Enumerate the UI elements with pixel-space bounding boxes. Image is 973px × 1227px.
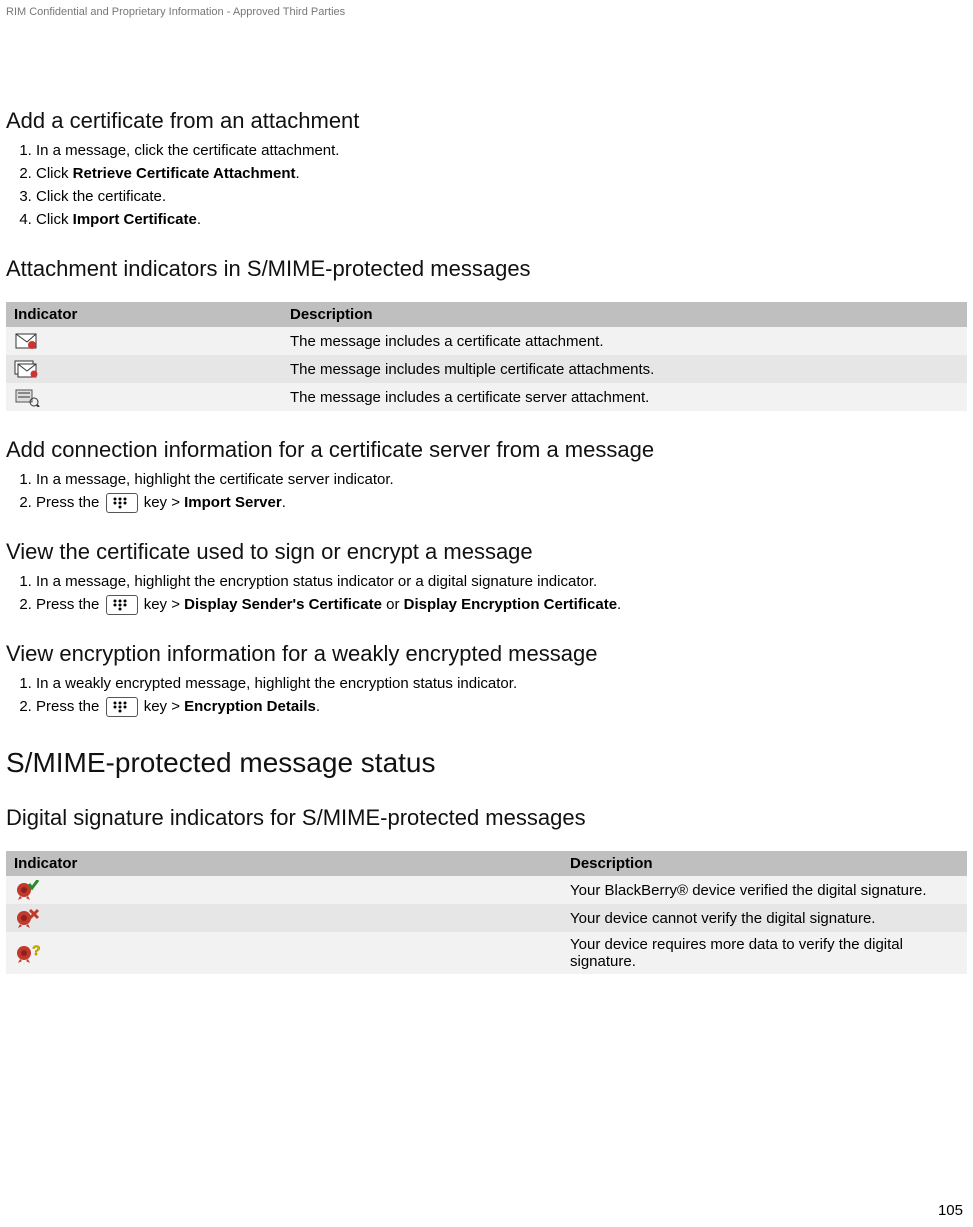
step-text: key > — [144, 494, 184, 511]
step-text: . — [296, 165, 300, 182]
step-bold: Display Sender's Certificate — [184, 596, 382, 613]
step-bold: Import Server — [184, 494, 282, 511]
table-cell-indicator: ? — [6, 932, 562, 974]
digital-signature-indicators-table: Indicator Description Your BlackBerry® d… — [6, 851, 967, 974]
step-bold: Encryption Details — [184, 698, 316, 715]
menu-key-icon — [106, 493, 138, 513]
step-bold: Display Encryption Certificate — [404, 596, 617, 613]
heading-digital-sig-indicators: Digital signature indicators for S/MIME-… — [6, 805, 967, 831]
step-text: Press the — [36, 494, 104, 511]
step-item: Press the key > Encryption Details. — [36, 696, 967, 717]
step-item: Click Import Certificate. — [36, 209, 967, 230]
table-cell-description: Your BlackBerry® device verified the dig… — [562, 876, 967, 904]
steps-add-connection-info: In a message, highlight the certificate … — [6, 469, 967, 513]
step-text: . — [316, 698, 320, 715]
step-item: In a weakly encrypted message, highlight… — [36, 673, 967, 694]
step-bold: Retrieve Certificate Attachment — [73, 165, 296, 182]
table-cell-indicator — [6, 904, 562, 932]
heading-smime-status: S/MIME-protected message status — [6, 747, 967, 779]
step-text: . — [282, 494, 286, 511]
table-header-description: Description — [562, 851, 967, 876]
table-cell-indicator — [6, 876, 562, 904]
heading-add-cert-attachment: Add a certificate from an attachment — [6, 108, 967, 134]
step-item: In a message, highlight the encryption s… — [36, 571, 967, 592]
table-header-indicator: Indicator — [6, 302, 282, 327]
step-text: or — [382, 596, 404, 613]
table-cell-description: Your device requires more data to verify… — [562, 932, 967, 974]
certificate-attachment-icon — [14, 331, 40, 351]
signature-more-data-icon: ? — [14, 943, 40, 963]
menu-key-icon — [106, 595, 138, 615]
svg-text:?: ? — [32, 943, 40, 958]
step-item: Click Retrieve Certificate Attachment. — [36, 163, 967, 184]
table-cell-indicator — [6, 327, 282, 355]
page-number: 105 — [938, 1202, 963, 1219]
table-cell-description: The message includes a certificate attac… — [282, 327, 967, 355]
step-text: . — [197, 211, 201, 228]
step-bold: Import Certificate — [73, 211, 197, 228]
table-cell-description: Your device cannot verify the digital si… — [562, 904, 967, 932]
heading-attachment-indicators: Attachment indicators in S/MIME-protecte… — [6, 256, 967, 282]
step-item: In a message, click the certificate atta… — [36, 140, 967, 161]
step-item: Click the certificate. — [36, 186, 967, 207]
table-cell-description: The message includes multiple certificat… — [282, 355, 967, 383]
signature-not-verified-icon — [14, 908, 40, 928]
step-text: Click — [36, 165, 73, 182]
table-cell-indicator — [6, 383, 282, 411]
menu-key-icon — [106, 697, 138, 717]
table-header-description: Description — [282, 302, 967, 327]
step-text: key > — [144, 596, 184, 613]
heading-view-certificate: View the certificate used to sign or enc… — [6, 539, 967, 565]
step-item: In a message, highlight the certificate … — [36, 469, 967, 490]
step-text: . — [617, 596, 621, 613]
step-text: Press the — [36, 698, 104, 715]
step-item: Press the key > Display Sender's Certifi… — [36, 594, 967, 615]
heading-view-encryption-info: View encryption information for a weakly… — [6, 641, 967, 667]
step-text: Press the — [36, 596, 104, 613]
steps-view-encryption-info: In a weakly encrypted message, highlight… — [6, 673, 967, 717]
step-text: key > — [144, 698, 184, 715]
attachment-indicators-table: Indicator Description The message includ… — [6, 302, 967, 411]
multiple-certificate-attachment-icon — [14, 359, 40, 379]
step-text: Click — [36, 211, 73, 228]
table-cell-description: The message includes a certificate serve… — [282, 383, 967, 411]
steps-add-cert-attachment: In a message, click the certificate atta… — [6, 140, 967, 230]
heading-add-connection-info: Add connection information for a certifi… — [6, 437, 967, 463]
steps-view-certificate: In a message, highlight the encryption s… — [6, 571, 967, 615]
table-header-indicator: Indicator — [6, 851, 562, 876]
confidentiality-header: RIM Confidential and Proprietary Informa… — [6, 6, 967, 18]
certificate-server-attachment-icon — [14, 387, 40, 407]
step-item: Press the key > Import Server. — [36, 492, 967, 513]
signature-verified-icon — [14, 880, 40, 900]
table-cell-indicator — [6, 355, 282, 383]
